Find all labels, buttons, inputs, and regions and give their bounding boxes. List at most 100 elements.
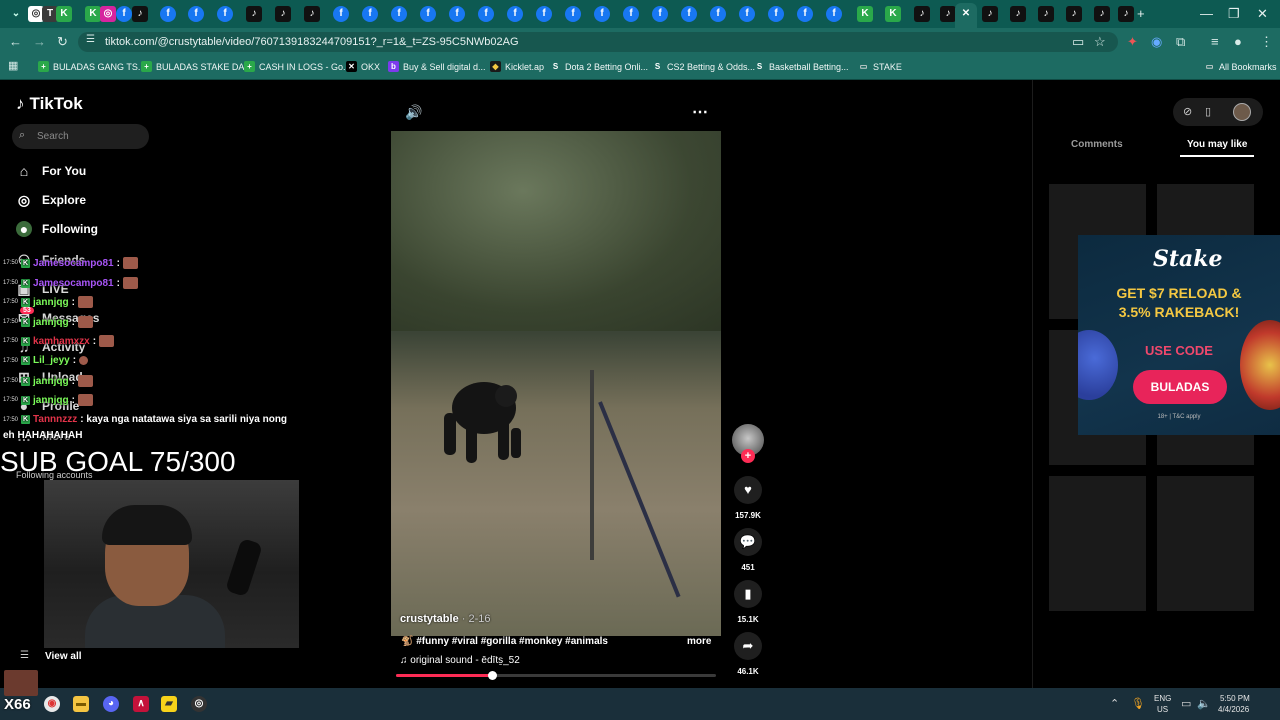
tab-favicon[interactable]: ♪ <box>940 6 956 22</box>
tab-favicon[interactable]: f <box>362 6 378 22</box>
bookmark-item[interactable]: ✕ OKX <box>346 61 380 72</box>
tab-favicon[interactable]: f <box>565 6 581 22</box>
tab-favicon[interactable]: K <box>857 6 873 22</box>
volume-icon[interactable]: 🔊 <box>405 104 422 121</box>
nav-explore[interactable]: ◎ Explore <box>16 192 86 208</box>
phone-icon[interactable]: ▯ <box>1205 105 1211 118</box>
extension-icon[interactable]: ✦ <box>1127 34 1138 50</box>
taskbar-date[interactable]: 4/4/2026 <box>1218 705 1249 714</box>
compass-icon[interactable]: ⊘ <box>1183 105 1192 118</box>
bookmark-item[interactable]: ▭ STAKE <box>858 61 902 72</box>
video-more-icon[interactable]: ⋯ <box>692 102 709 122</box>
forward-icon[interactable]: → <box>33 34 46 49</box>
network-icon[interactable]: ▭ <box>1181 697 1191 710</box>
like-button[interactable]: ♥ <box>734 476 762 504</box>
tab-favicon[interactable]: f <box>160 6 176 22</box>
tab-favicon[interactable]: f <box>594 6 610 22</box>
tab-favicon[interactable]: ♪ <box>275 6 291 22</box>
tab-favicon[interactable]: f <box>507 6 523 22</box>
tab-favicon[interactable]: ♪ <box>246 6 262 22</box>
obs-icon[interactable]: ◎ <box>191 696 207 712</box>
tab-favicon[interactable]: f <box>768 6 784 22</box>
tab-favicon[interactable]: ♪ <box>914 6 930 22</box>
tab-favicon[interactable]: ♪ <box>1094 6 1110 22</box>
tab-favicon[interactable]: f <box>681 6 697 22</box>
sticky-notes-icon[interactable]: ▰ <box>161 696 177 712</box>
tab-comments[interactable]: Comments <box>1071 139 1123 150</box>
tab-you-may-like[interactable]: You may like <box>1187 139 1247 150</box>
tab-list-chevron-icon[interactable]: ⌄ <box>8 6 24 22</box>
tab-favicon[interactable]: f <box>478 6 494 22</box>
discord-icon[interactable]: ◕ <box>103 696 119 712</box>
tab-favicon[interactable]: f <box>420 6 436 22</box>
video-progress-knob[interactable] <box>488 671 497 680</box>
volume-tray-icon[interactable]: 🔈 <box>1197 697 1211 710</box>
taskbar-time[interactable]: 5:50 PM <box>1220 694 1250 703</box>
menu-kebab-icon[interactable]: ⋮ <box>1260 34 1273 50</box>
bookmark-item[interactable]: + BULADAS STAKE DA... <box>141 61 252 72</box>
tab-favicon[interactable]: K <box>85 6 101 22</box>
close-tab-icon[interactable]: ✕ <box>958 6 974 22</box>
tab-favicon[interactable]: f <box>623 6 639 22</box>
bookmark-item[interactable]: S Dota 2 Betting Onli... <box>550 61 648 72</box>
extensions-puzzle-icon[interactable]: ⧉ <box>1176 34 1185 50</box>
tab-favicon[interactable]: f <box>217 6 233 22</box>
chrome-icon[interactable]: ◉ <box>44 696 60 712</box>
site-info-icon[interactable]: ☰ <box>86 34 95 45</box>
tab-favicon[interactable]: ♪ <box>1010 6 1026 22</box>
file-explorer-icon[interactable]: ▬ <box>73 696 89 712</box>
bookmark-item[interactable]: ◆ Kicklet.ap <box>490 61 544 72</box>
bookmark-item[interactable]: S Basketball Betting... <box>754 61 849 72</box>
tab-favicon[interactable]: f <box>391 6 407 22</box>
tab-favicon[interactable]: f <box>797 6 813 22</box>
suggested-video-card[interactable] <box>1049 476 1146 611</box>
tab-favicon[interactable]: ♪ <box>1118 6 1134 22</box>
comment-button[interactable]: 💬 <box>734 528 762 556</box>
video-hashtags[interactable]: 🐒 #funny #viral #gorilla #monkey #animal… <box>401 636 608 647</box>
tab-favicon[interactable]: f <box>652 6 668 22</box>
back-icon[interactable]: ← <box>9 34 22 49</box>
tab-favicon[interactable]: K <box>885 6 901 22</box>
tab-favicon[interactable]: f <box>188 6 204 22</box>
tiktok-logo[interactable]: ♪ TikTok <box>16 94 83 114</box>
tab-favicon[interactable]: f <box>710 6 726 22</box>
nav-following[interactable]: ● Following <box>16 221 98 237</box>
nav-for-you[interactable]: ⌂ For You <box>16 163 86 179</box>
view-all-link[interactable]: View all <box>45 651 82 662</box>
tab-favicon[interactable]: f <box>826 6 842 22</box>
bookmark-star-icon[interactable]: ☆ <box>1094 34 1106 50</box>
language-region[interactable]: US <box>1157 705 1168 714</box>
app-icon[interactable]: ∧ <box>133 696 149 712</box>
tab-favicon[interactable]: f <box>536 6 552 22</box>
cast-icon[interactable]: ▭ <box>1072 34 1084 50</box>
search-input[interactable] <box>12 124 149 149</box>
video-progress-bar[interactable] <box>396 674 716 677</box>
tab-favicon[interactable]: ♪ <box>1038 6 1054 22</box>
suggested-video-card[interactable] <box>1157 476 1254 611</box>
tab-favicon[interactable]: ♪ <box>132 6 148 22</box>
tab-favicon[interactable]: f <box>116 6 132 22</box>
caption-more-button[interactable]: more <box>687 636 711 647</box>
save-button[interactable]: ▮ <box>734 580 762 608</box>
profile-avatar-icon[interactable]: ● <box>1234 34 1242 49</box>
tab-favicon[interactable]: ◎ <box>100 6 116 22</box>
maximize-icon[interactable]: ❐ <box>1228 6 1240 22</box>
tab-favicon[interactable]: ♪ <box>304 6 320 22</box>
tab-favicon[interactable]: f <box>449 6 465 22</box>
follow-plus-icon[interactable]: + <box>741 449 755 463</box>
tray-chevron-icon[interactable]: ⌃ <box>1110 697 1119 710</box>
tab-favicon[interactable]: f <box>333 6 349 22</box>
new-tab-icon[interactable]: + <box>1137 6 1145 21</box>
mic-tray-icon[interactable]: 🎙 <box>1131 697 1145 710</box>
bookmark-item[interactable]: + CASH IN LOGS - Go... <box>244 61 351 72</box>
reload-icon[interactable]: ↻ <box>57 34 68 50</box>
tab-favicon[interactable]: f <box>739 6 755 22</box>
bookmark-item[interactable]: b Buy & Sell digital d... <box>388 61 486 72</box>
minimize-icon[interactable]: — <box>1200 6 1213 21</box>
url-text[interactable]: tiktok.com/@crustytable/video/7607139183… <box>105 36 519 48</box>
video-sound[interactable]: ♫ original sound - ēdīts̱_52 <box>400 655 520 666</box>
all-bookmarks[interactable]: ▭ All Bookmarks <box>1204 61 1277 72</box>
bookmark-item[interactable]: S CS2 Betting & Odds... <box>652 61 755 72</box>
tab-favicon[interactable]: K <box>56 6 72 22</box>
sound-label[interactable]: original sound - ēdīts̱_52 <box>410 655 520 666</box>
